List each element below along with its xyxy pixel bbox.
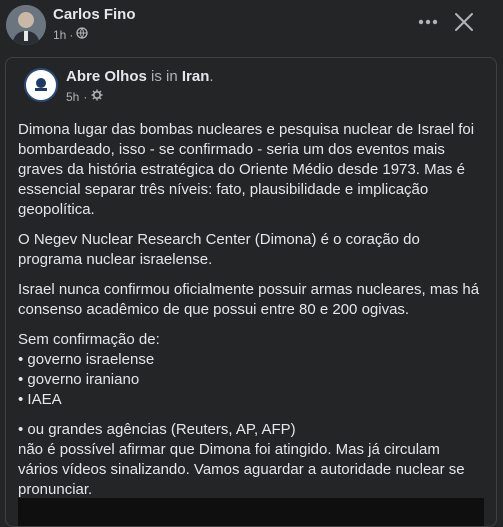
location-link[interactable]: Iran (182, 68, 210, 85)
paragraph: O Negev Nuclear Research Center (Dimona)… (18, 231, 420, 268)
page-name[interactable]: Abre Olhos (66, 68, 147, 85)
paragraph: Dimona lugar das bombas nucleares e pesq… (18, 121, 475, 218)
closing-line: • ou grandes agências (Reuters, AP, AFP) (18, 421, 296, 438)
shared-post-card: Abre Olhos is in Iran. 5h · Dimona lugar… (5, 57, 497, 527)
media-preview[interactable] (18, 498, 484, 526)
separator-dot: · (69, 27, 74, 42)
post-meta: 1h · (53, 27, 89, 42)
shared-time[interactable]: 5h (66, 90, 79, 104)
author-name[interactable]: Carlos Fino (53, 6, 136, 23)
close-button[interactable] (452, 8, 476, 36)
author-avatar[interactable] (6, 5, 46, 45)
list-intro: Sem confirmação de: (18, 331, 160, 348)
list-item: • governo israelense (18, 351, 155, 368)
closing-line: não é possível afirmar que Dimona foi at… (18, 441, 465, 498)
shared-meta: 5h · (66, 89, 103, 104)
post-body: Dimona lugar das bombas nucleares e pesq… (18, 120, 484, 510)
post-header: Carlos Fino 1h · (0, 0, 503, 46)
list-item: • governo iraniano (18, 371, 140, 388)
period: . (209, 68, 214, 85)
list-item: • IAEA (18, 391, 62, 408)
confirmation-list: Sem confirmação de: • governo israelense… (18, 330, 484, 410)
page-attribution: Abre Olhos is in Iran. (66, 68, 214, 85)
page-avatar[interactable] (24, 68, 58, 102)
closing-block: • ou grandes agências (Reuters, AP, AFP)… (18, 420, 484, 500)
globe-icon (76, 27, 89, 42)
gear-icon (91, 89, 103, 104)
close-icon (452, 13, 476, 40)
paragraph: Israel nunca confirmou oficialmente poss… (18, 281, 480, 318)
is-in-text: is in (151, 68, 178, 85)
separator-dot: · (83, 89, 88, 104)
more-options-button[interactable] (414, 8, 442, 36)
post-time[interactable]: 1h (53, 28, 66, 42)
more-horizontal-icon (414, 19, 442, 40)
